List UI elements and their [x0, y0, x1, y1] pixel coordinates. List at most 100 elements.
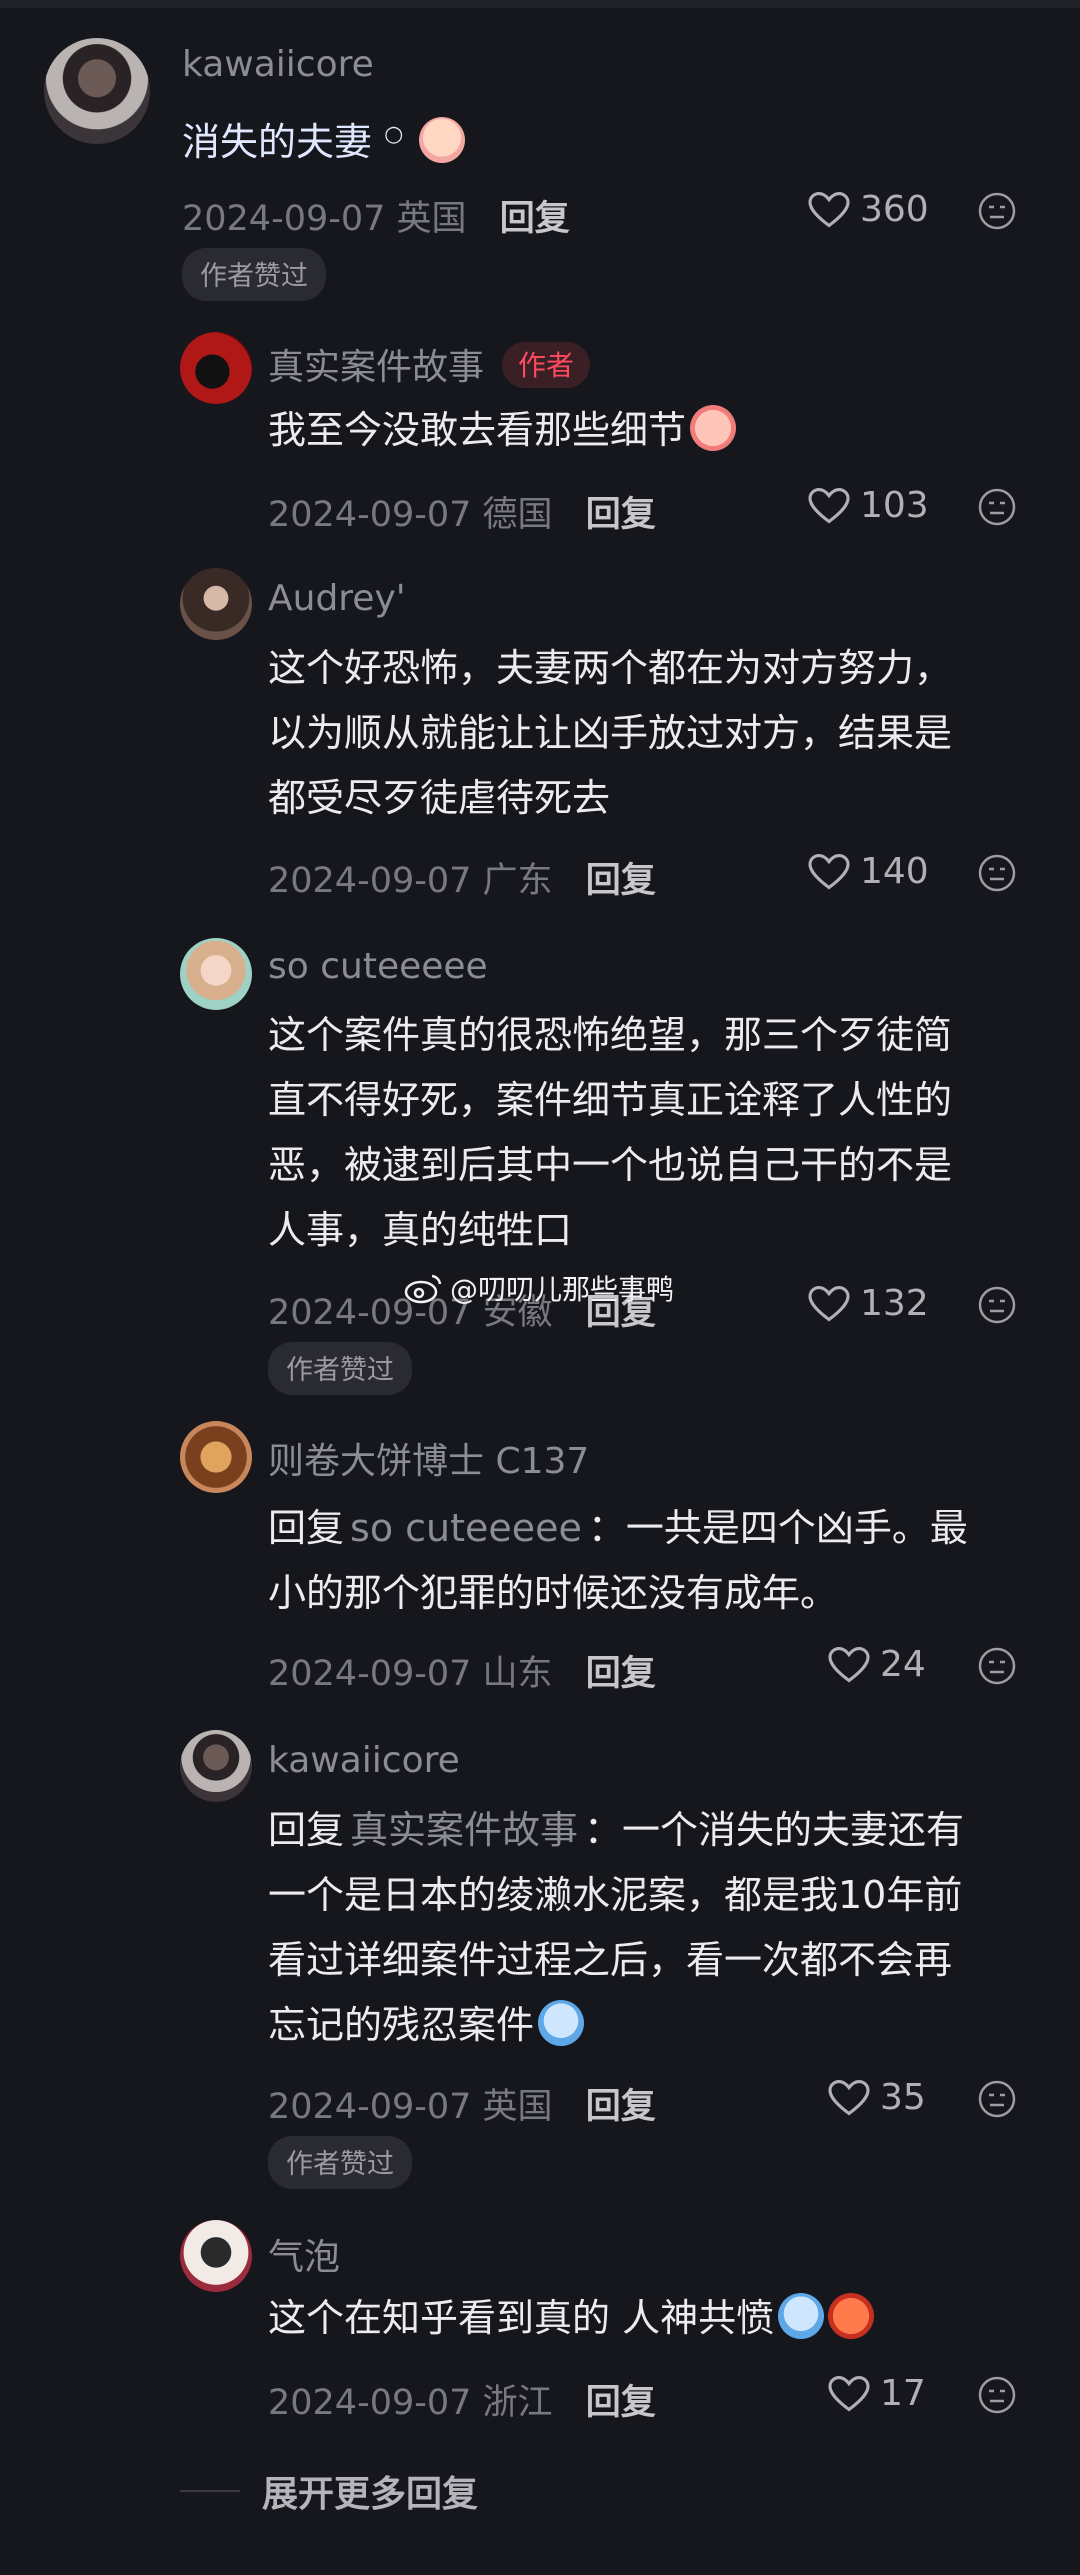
- username[interactable]: so cuteeeee: [268, 946, 488, 987]
- mention-link[interactable]: so cuteeeee: [350, 1506, 582, 1550]
- comment-line: 忘记的残忍案件: [268, 1993, 964, 2058]
- comment-meta: 2024-09-07 英国 回复: [182, 190, 570, 241]
- comment-line: 这个好恐怖，夫妻两个都在为对方努力，: [268, 646, 953, 690]
- reply-button[interactable]: 回复: [586, 495, 656, 535]
- comment-date: 2024-09-07: [268, 1654, 472, 1694]
- comment-location: 德国: [482, 495, 553, 535]
- heart-icon: [828, 2079, 870, 2115]
- comment-location: 英国: [396, 199, 467, 239]
- username[interactable]: 气泡: [268, 2228, 340, 2280]
- top-divider: [0, 0, 1080, 8]
- dislike-icon[interactable]: [977, 1285, 1017, 1325]
- comment-line: 看过详细案件过程之后，看一次都不会再: [268, 1938, 953, 1982]
- reply-prefix: 回复: [268, 1808, 345, 1852]
- reply-button[interactable]: 回复: [500, 199, 570, 239]
- comment-meta: 2024-09-07 广东 回复: [268, 852, 656, 903]
- comment-text: 回复 so cuteeeee ：一共是四个凶手。最 小的那个犯罪的时候还没有成年。: [268, 1496, 968, 1626]
- avatar[interactable]: [180, 1421, 252, 1493]
- comment-line: 回复 真实案件故事 ：一个消失的夫妻还有: [268, 1798, 964, 1863]
- like-count: 35: [880, 2077, 926, 2118]
- avatar[interactable]: [44, 38, 150, 144]
- comment-date: 2024-09-07: [268, 861, 472, 901]
- comment-line: 直不得好死，案件细节真正诠释了人性的: [268, 1078, 953, 1122]
- comment-date: 2024-09-07: [182, 199, 386, 239]
- comment-meta: 2024-09-07 英国 回复: [268, 2078, 656, 2129]
- expand-more-replies-label: 展开更多回复: [262, 2474, 479, 2515]
- like-count: 24: [880, 1644, 926, 1685]
- dislike-icon[interactable]: [977, 853, 1017, 893]
- author-liked-badge: 作者赞过: [268, 2136, 412, 2189]
- comment-line: 以为顺从就能让让凶手放过对方，结果是: [268, 711, 953, 755]
- comment-text-content: ：一个消失的夫妻还有: [584, 1808, 965, 1852]
- expand-more-replies-button[interactable]: 展开更多回复: [180, 2465, 478, 2517]
- angry-devil-emoji-icon: [828, 2293, 875, 2339]
- comment-meta: 2024-09-07 浙江 回复: [268, 2374, 656, 2425]
- comment-text: 这个在知乎看到真的 人神共愤: [268, 2286, 875, 2351]
- avatar[interactable]: [180, 1730, 252, 1802]
- like-button[interactable]: 360: [808, 189, 929, 230]
- comment-location: 山东: [482, 1654, 553, 1694]
- username-text: 真实案件故事: [268, 347, 485, 388]
- heart-icon: [808, 487, 850, 523]
- like-count: 132: [860, 1283, 929, 1324]
- comment-text: 这个案件真的很恐怖绝望，那三个歹徒简 直不得好死，案件细节真正诠释了人性的 恶，…: [268, 1003, 952, 1263]
- avatar[interactable]: [180, 568, 252, 640]
- like-button[interactable]: 17: [828, 2373, 926, 2414]
- dislike-icon[interactable]: [977, 2375, 1017, 2415]
- dislike-icon[interactable]: [977, 2079, 1017, 2119]
- username[interactable]: kawaiicore: [182, 44, 374, 85]
- dislike-icon[interactable]: [977, 191, 1017, 231]
- watermark-text: @叨叨儿那些事鸭: [450, 1273, 675, 1306]
- like-button[interactable]: 132: [808, 1283, 929, 1324]
- comment-text: 回复 真实案件故事 ：一个消失的夫妻还有 一个是日本的绫濑水泥案，都是我10年前 看…: [268, 1798, 964, 2058]
- reply-button[interactable]: 回复: [586, 2087, 656, 2127]
- avatar[interactable]: [180, 938, 252, 1010]
- avatar[interactable]: [180, 332, 252, 404]
- baby-emoji-icon: [419, 117, 466, 163]
- username[interactable]: Audrey': [268, 578, 406, 619]
- like-button[interactable]: 35: [828, 2077, 926, 2118]
- weibo-logo-icon: [404, 1274, 442, 1304]
- comment-line: 都受尽歹徒虐待死去: [268, 776, 611, 820]
- reply-button[interactable]: 回复: [586, 2383, 656, 2423]
- comment-location: 浙江: [482, 2383, 553, 2423]
- username[interactable]: kawaiicore: [268, 1740, 460, 1781]
- comment-line: 回复 so cuteeeee ：一共是四个凶手。最: [268, 1496, 968, 1561]
- reply-button[interactable]: 回复: [586, 1654, 656, 1694]
- comment-text: 我至今没敢去看那些细节: [268, 398, 737, 463]
- crying-emoji-icon: [690, 405, 737, 451]
- like-count: 140: [860, 851, 929, 892]
- like-count: 103: [860, 485, 929, 526]
- reply-button[interactable]: 回复: [586, 861, 656, 901]
- heart-icon: [808, 191, 850, 227]
- author-tag: 作者: [502, 342, 591, 388]
- search-icon[interactable]: ○: [384, 122, 403, 147]
- watermark: @叨叨儿那些事鸭: [404, 1268, 674, 1308]
- like-count: 360: [860, 189, 929, 230]
- reply-prefix: 回复: [268, 1506, 345, 1550]
- comment-date: 2024-09-07: [268, 2087, 472, 2127]
- like-button[interactable]: 24: [828, 1644, 926, 1685]
- comment-line: 一个是日本的绫濑水泥案，都是我10年前: [268, 1873, 963, 1917]
- heart-icon: [808, 853, 850, 889]
- divider-line: [180, 2490, 240, 2492]
- comment-location: 广东: [482, 861, 553, 901]
- comment-text-content: ：一共是四个凶手。最: [587, 1506, 968, 1550]
- comment-line: 人事，真的纯牲口: [268, 1208, 573, 1252]
- author-liked-badge: 作者赞过: [182, 248, 326, 301]
- dislike-icon[interactable]: [977, 1646, 1017, 1686]
- like-button[interactable]: 140: [808, 851, 929, 892]
- username[interactable]: 则卷大饼博士 C137: [268, 1432, 589, 1484]
- like-button[interactable]: 103: [808, 485, 929, 526]
- comment-text: 这个好恐怖，夫妻两个都在为对方努力， 以为顺从就能让让凶手放过对方，结果是 都受…: [268, 636, 952, 831]
- comment-date: 2024-09-07: [268, 2383, 472, 2423]
- comment-text-content: 忘记的残忍案件: [268, 2003, 535, 2047]
- avatar[interactable]: [180, 2220, 252, 2292]
- author-liked-badge: 作者赞过: [268, 1342, 412, 1395]
- comment-text-content: 这个在知乎看到真的 人神共愤: [268, 2296, 775, 2340]
- comment-line: 小的那个犯罪的时候还没有成年。: [268, 1571, 839, 1615]
- dislike-icon[interactable]: [977, 487, 1017, 527]
- username[interactable]: 真实案件故事 作者: [268, 338, 591, 390]
- comment-date: 2024-09-07: [268, 495, 472, 535]
- mention-link[interactable]: 真实案件故事: [350, 1808, 578, 1852]
